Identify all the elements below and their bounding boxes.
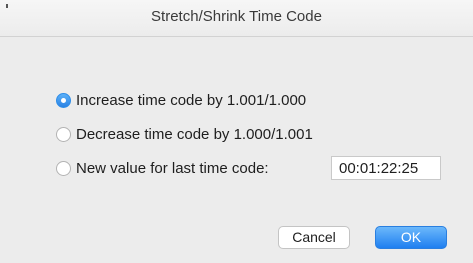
option-new-value[interactable]: New value for last time code: bbox=[56, 157, 269, 179]
option-decrease[interactable]: Decrease time code by 1.000/1.001 bbox=[56, 123, 313, 145]
option-new-value-label[interactable]: New value for last time code: bbox=[76, 160, 269, 177]
title-bar[interactable]: Stretch/Shrink Time Code bbox=[0, 0, 473, 37]
radio-new-value[interactable] bbox=[56, 160, 71, 176]
radio-decrease[interactable] bbox=[56, 126, 71, 142]
stretch-shrink-dialog: Stretch/Shrink Time Code Increase time c… bbox=[0, 0, 473, 263]
last-time-code-input[interactable] bbox=[331, 156, 441, 180]
cancel-button[interactable]: Cancel bbox=[278, 226, 350, 249]
dialog-title: Stretch/Shrink Time Code bbox=[151, 8, 322, 25]
ok-button[interactable]: OK bbox=[375, 226, 447, 249]
option-decrease-label[interactable]: Decrease time code by 1.000/1.001 bbox=[76, 126, 313, 143]
option-increase[interactable]: Increase time code by 1.001/1.000 bbox=[56, 89, 306, 111]
radio-increase[interactable] bbox=[56, 92, 71, 108]
option-increase-label[interactable]: Increase time code by 1.001/1.000 bbox=[76, 92, 306, 109]
